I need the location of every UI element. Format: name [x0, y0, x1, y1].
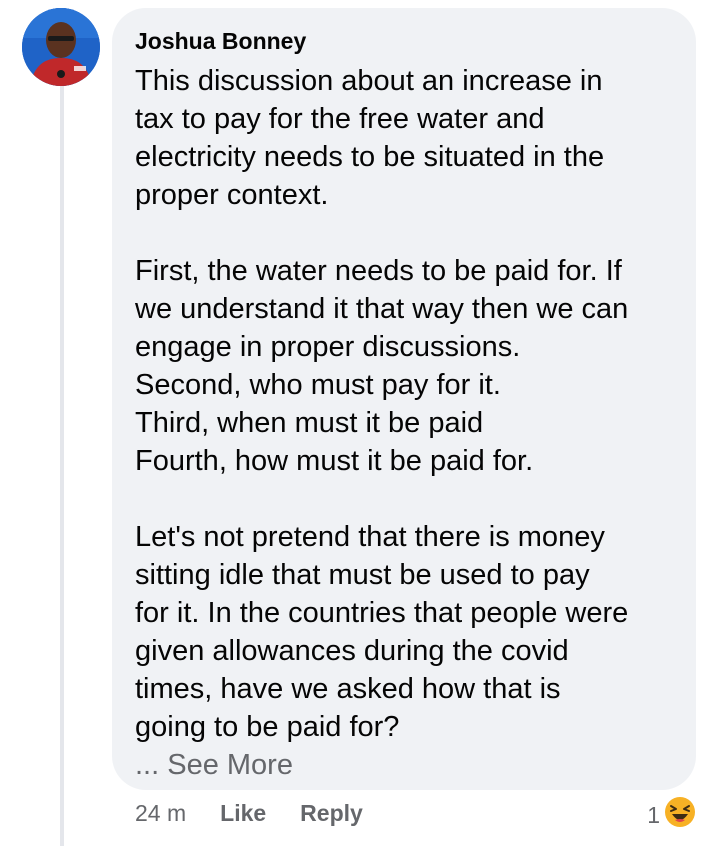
comment-bubble: Joshua Bonney This discussion about an i…	[112, 8, 696, 790]
comment-paragraph: Let's not pretend that there is money si…	[135, 518, 676, 746]
comment-line: tax to pay for the free water and	[135, 103, 545, 135]
comment-author[interactable]: Joshua Bonney	[135, 26, 676, 56]
comment-line: sitting idle that must be used to pay	[135, 559, 590, 591]
comment-body: This discussion about an increase in tax…	[135, 62, 676, 784]
comment-timestamp[interactable]: 24 m	[135, 800, 186, 827]
comment-line: electricity needs to be situated in the	[135, 141, 605, 173]
comment-line: proper context.	[135, 179, 329, 211]
comment-line: engage in proper discussions.	[135, 331, 521, 363]
comment-line: given allowances during the covid	[135, 635, 569, 667]
reaction-count: 1	[647, 801, 660, 828]
thread-line	[60, 86, 64, 846]
haha-emoji-icon	[664, 796, 696, 834]
avatar-image	[22, 8, 100, 86]
comment-line: we understand it that way then we can	[135, 293, 629, 325]
like-button[interactable]: Like	[220, 800, 266, 827]
comment-line: Fourth, how must it be paid for.	[135, 445, 534, 477]
comment-line: Let's not pretend that there is money	[135, 521, 605, 553]
reply-button[interactable]: Reply	[300, 800, 363, 827]
comment-line: for it. In the countries that people wer…	[135, 597, 629, 629]
comment-line: First, the water needs to be paid for. I…	[135, 255, 622, 287]
comment-thread: Joshua Bonney This discussion about an i…	[0, 0, 720, 846]
comment-line: Second, who must pay for it.	[135, 369, 501, 401]
comment-paragraph: This discussion about an increase in tax…	[135, 62, 676, 214]
comment-line: going to be paid for?	[135, 711, 400, 743]
see-more-link[interactable]: ... See More	[135, 746, 676, 784]
comment-actions: 24 m Like Reply	[135, 800, 363, 827]
comment-line: times, have we asked how that is	[135, 673, 561, 705]
comment-paragraph: First, the water needs to be paid for. I…	[135, 252, 676, 480]
reaction-summary[interactable]: 1	[647, 796, 696, 834]
comment-line: This discussion about an increase in	[135, 65, 603, 97]
avatar[interactable]	[22, 8, 100, 86]
comment-line: Third, when must it be paid	[135, 407, 484, 439]
